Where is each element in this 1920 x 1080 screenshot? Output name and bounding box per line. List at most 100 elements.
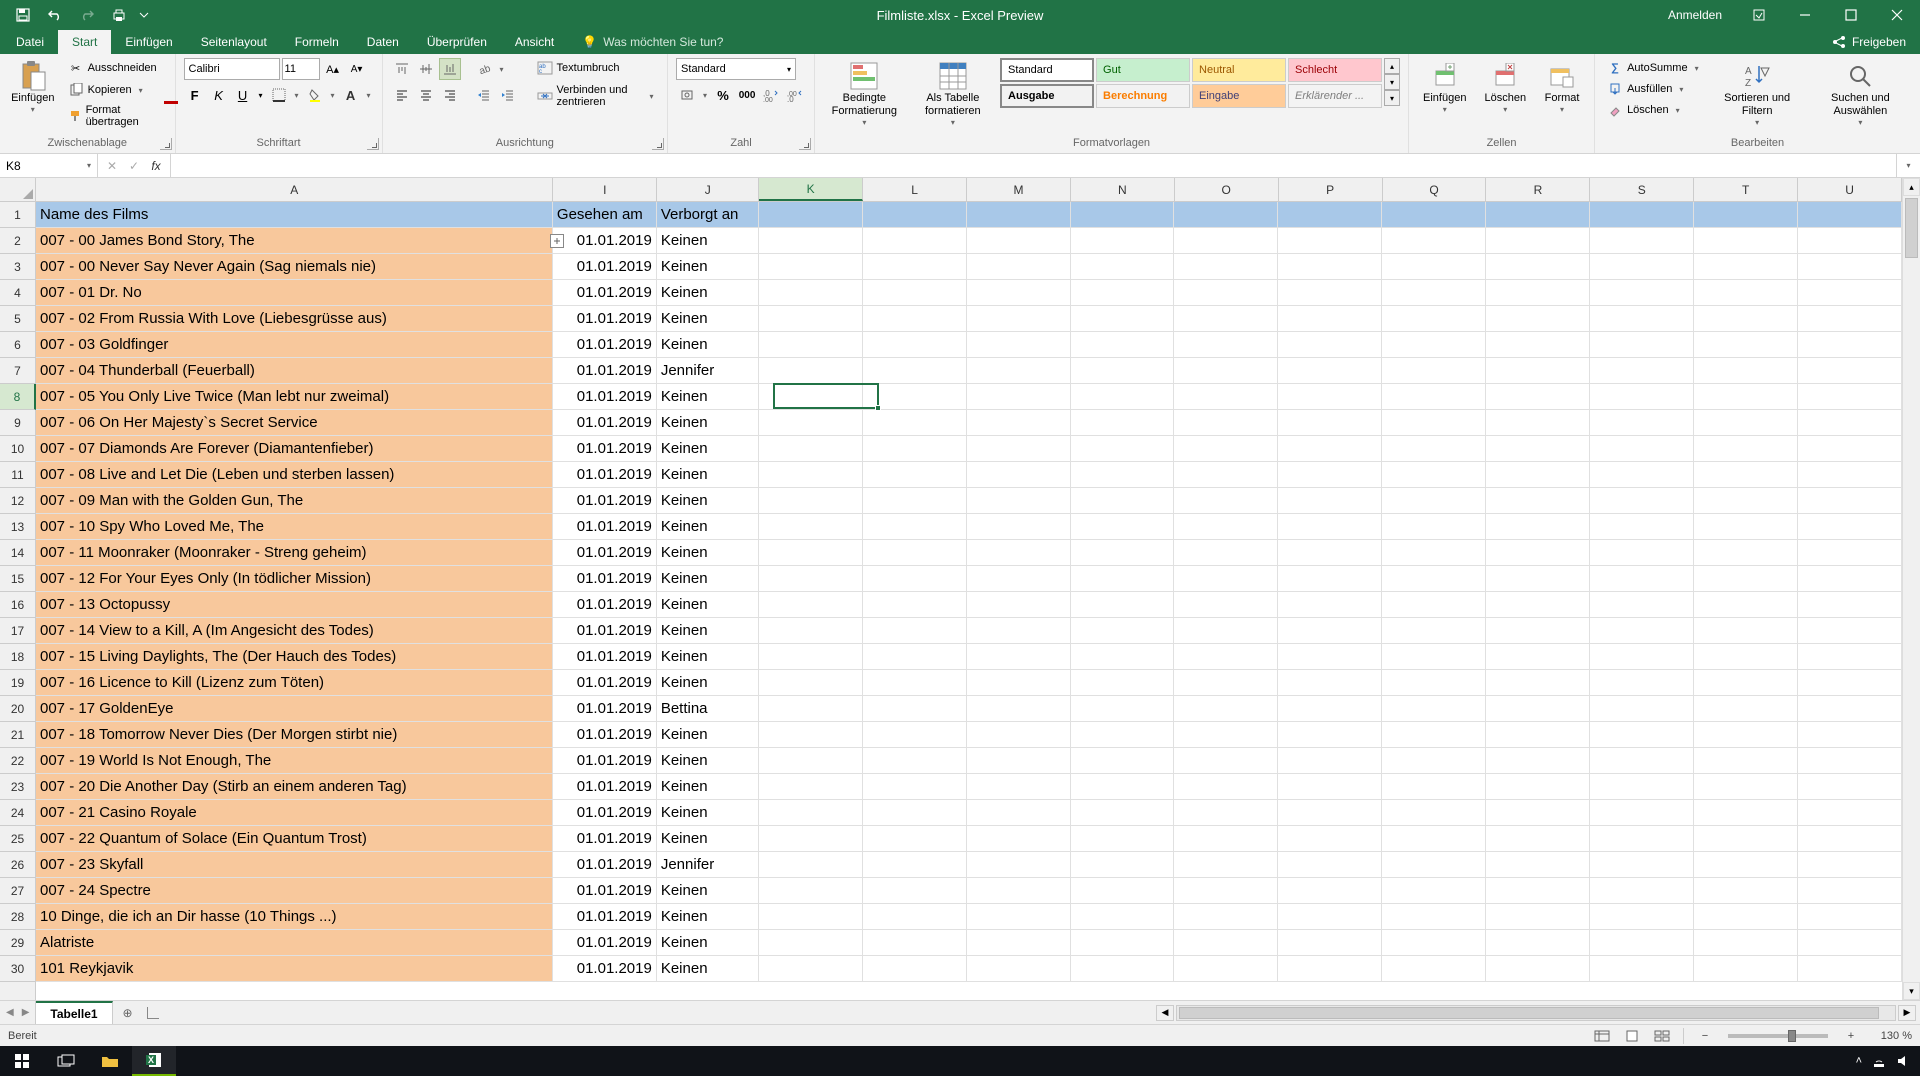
cell-U15[interactable] [1798, 566, 1902, 592]
tab-file[interactable]: Datei [2, 30, 58, 54]
cell-Q21[interactable] [1382, 722, 1486, 748]
cell-T15[interactable] [1694, 566, 1798, 592]
cell-Q30[interactable] [1382, 956, 1486, 982]
cell-T30[interactable] [1694, 956, 1798, 982]
cell-A26[interactable]: 007 - 23 Skyfall [36, 852, 553, 878]
header-cell-K[interactable] [759, 202, 863, 228]
row-header-12[interactable]: 12 [0, 488, 35, 514]
align-top-button[interactable] [391, 58, 413, 80]
cell-R10[interactable] [1486, 436, 1590, 462]
cell-L14[interactable] [863, 540, 967, 566]
cell-M15[interactable] [967, 566, 1071, 592]
cell-R21[interactable] [1486, 722, 1590, 748]
column-header-I[interactable]: I [553, 178, 657, 201]
cell-S2[interactable] [1590, 228, 1694, 254]
row-header-22[interactable]: 22 [0, 748, 35, 774]
row-header-11[interactable]: 11 [0, 462, 35, 488]
cell-J27[interactable]: Keinen [657, 878, 759, 904]
row-header-27[interactable]: 27 [0, 878, 35, 904]
cell-J29[interactable]: Keinen [657, 930, 759, 956]
cell-A14[interactable]: 007 - 11 Moonraker (Moonraker - Streng g… [36, 540, 553, 566]
qat-customize-icon[interactable] [136, 2, 152, 28]
cell-S22[interactable] [1590, 748, 1694, 774]
column-header-U[interactable]: U [1798, 178, 1902, 201]
cell-O29[interactable] [1174, 930, 1278, 956]
alignment-dialog-launcher[interactable] [652, 138, 664, 150]
column-header-S[interactable]: S [1590, 178, 1694, 201]
align-left-button[interactable] [391, 84, 413, 106]
cell-L4[interactable] [863, 280, 967, 306]
cell-L7[interactable] [863, 358, 967, 384]
cell-U13[interactable] [1798, 514, 1902, 540]
merge-center-button[interactable]: Verbinden und zentrieren▾ [533, 82, 660, 110]
cell-L24[interactable] [863, 800, 967, 826]
cell-S4[interactable] [1590, 280, 1694, 306]
cell-S21[interactable] [1590, 722, 1694, 748]
cell-T25[interactable] [1694, 826, 1798, 852]
cell-M21[interactable] [967, 722, 1071, 748]
cell-U6[interactable] [1798, 332, 1902, 358]
cell-I20[interactable]: 01.01.2019 [553, 696, 657, 722]
cell-U3[interactable] [1798, 254, 1902, 280]
bold-button[interactable]: F [184, 84, 206, 106]
cell-A29[interactable]: Alatriste [36, 930, 553, 956]
cell-U29[interactable] [1798, 930, 1902, 956]
zoom-slider[interactable] [1728, 1034, 1828, 1038]
cell-A28[interactable]: 10 Dinge, die ich an Dir hasse (10 Thing… [36, 904, 553, 930]
cut-button[interactable]: ✂Ausschneiden [64, 58, 167, 78]
row-header-10[interactable]: 10 [0, 436, 35, 462]
cell-N17[interactable] [1071, 618, 1175, 644]
cell-K16[interactable] [759, 592, 863, 618]
cell-K8[interactable] [759, 384, 863, 410]
cell-S30[interactable] [1590, 956, 1694, 982]
cell-Q28[interactable] [1382, 904, 1486, 930]
cell-J15[interactable]: Keinen [657, 566, 759, 592]
cell-L8[interactable] [863, 384, 967, 410]
cell-M10[interactable] [967, 436, 1071, 462]
cell-I23[interactable]: 01.01.2019 [553, 774, 657, 800]
cell-O25[interactable] [1174, 826, 1278, 852]
insert-function-button[interactable]: fx [146, 156, 166, 176]
cell-Q29[interactable] [1382, 930, 1486, 956]
underline-button[interactable]: U [232, 84, 254, 106]
cell-M7[interactable] [967, 358, 1071, 384]
formula-input[interactable] [171, 154, 1896, 177]
tab-data[interactable]: Daten [353, 30, 413, 54]
cell-L12[interactable] [863, 488, 967, 514]
tray-network-icon[interactable] [1872, 1054, 1886, 1068]
cell-S19[interactable] [1590, 670, 1694, 696]
cellstyle-gut[interactable]: Gut [1096, 58, 1190, 82]
increase-indent-button[interactable] [497, 84, 519, 106]
cell-U21[interactable] [1798, 722, 1902, 748]
cell-K13[interactable] [759, 514, 863, 540]
cell-K29[interactable] [759, 930, 863, 956]
cell-O21[interactable] [1174, 722, 1278, 748]
cell-T26[interactable] [1694, 852, 1798, 878]
cell-P27[interactable] [1278, 878, 1382, 904]
add-sheet-button[interactable]: ⊕ [113, 1001, 143, 1024]
accounting-split[interactable]: ▾ [700, 91, 710, 100]
cell-Q18[interactable] [1382, 644, 1486, 670]
row-header-4[interactable]: 4 [0, 280, 35, 306]
cell-U26[interactable] [1798, 852, 1902, 878]
cell-P28[interactable] [1278, 904, 1382, 930]
row-header-21[interactable]: 21 [0, 722, 35, 748]
cell-M2[interactable] [967, 228, 1071, 254]
ribbon-options-icon[interactable] [1736, 0, 1782, 30]
cell-N16[interactable] [1071, 592, 1175, 618]
cell-I16[interactable]: 01.01.2019 [553, 592, 657, 618]
sheet-tab-1[interactable]: Tabelle1 [36, 1001, 112, 1024]
cell-O4[interactable] [1174, 280, 1278, 306]
cellstyle-schlecht[interactable]: Schlecht [1288, 58, 1382, 82]
cell-R7[interactable] [1486, 358, 1590, 384]
cell-K30[interactable] [759, 956, 863, 982]
cell-O17[interactable] [1174, 618, 1278, 644]
cell-S15[interactable] [1590, 566, 1694, 592]
cell-I26[interactable]: 01.01.2019 [553, 852, 657, 878]
cell-O19[interactable] [1174, 670, 1278, 696]
cell-K12[interactable] [759, 488, 863, 514]
cell-P6[interactable] [1278, 332, 1382, 358]
cell-R8[interactable] [1486, 384, 1590, 410]
cell-J21[interactable]: Keinen [657, 722, 759, 748]
cell-M22[interactable] [967, 748, 1071, 774]
